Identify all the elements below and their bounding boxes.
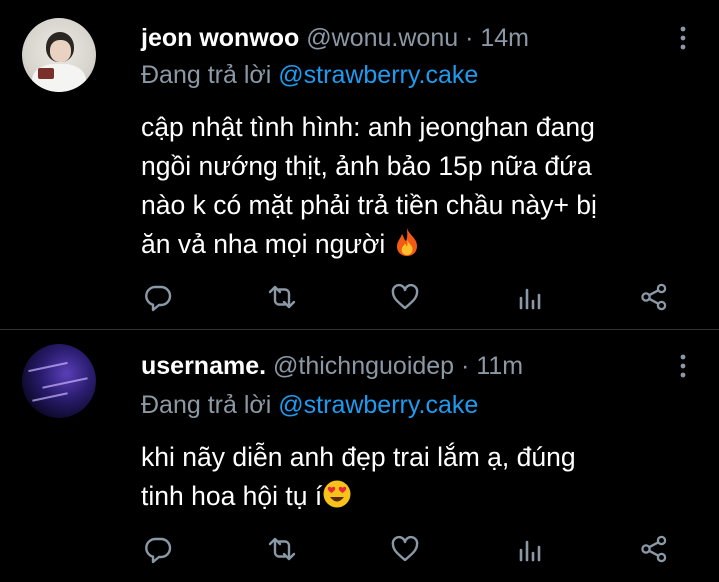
retweet-icon[interactable]	[265, 534, 299, 564]
avatar[interactable]	[22, 344, 96, 418]
display-name[interactable]: username.	[141, 352, 266, 380]
tweet-line: cập nhật tình hình: anh jeonghan đang	[141, 112, 595, 142]
display-name[interactable]: jeon wonwoo	[141, 24, 299, 52]
reply-icon[interactable]	[141, 282, 175, 312]
tweet-text: cập nhật tình hình: anh jeonghan đang ng…	[141, 108, 697, 268]
timestamp[interactable]: 14m	[480, 24, 529, 52]
mention-link[interactable]: @strawberry.cake	[278, 61, 478, 89]
reply-prefix: Đang trả lời	[141, 61, 272, 89]
heart-eyes-emoji	[322, 479, 352, 520]
action-bar	[141, 282, 697, 312]
user-handle[interactable]: @wonu.wonu	[306, 24, 458, 52]
mention-link[interactable]: @strawberry.cake	[278, 391, 478, 419]
separator-dot: ·	[461, 352, 470, 380]
tweet-line: nào k có mặt phải trả tiền chầu này+ bị	[141, 190, 597, 220]
tweet-header: username. @thichnguoidep · 11m	[141, 348, 697, 384]
like-icon[interactable]	[388, 282, 422, 312]
tweet-text: khi nãy diễn anh đẹp trai lắm ạ, đúng ti…	[141, 438, 697, 520]
tweet-line: tinh hoa hội tụ í	[141, 481, 323, 511]
analytics-icon[interactable]	[513, 534, 547, 564]
separator-dot: ·	[465, 24, 474, 52]
user-handle[interactable]: @thichnguoidep	[273, 352, 454, 380]
more-icon[interactable]	[669, 352, 697, 380]
reply-prefix: Đang trả lời	[141, 391, 272, 419]
tweet[interactable]: jeon wonwoo @wonu.wonu · 14m Đang trả lờ…	[0, 0, 719, 330]
share-icon[interactable]	[637, 534, 671, 564]
tweet-line: ăn vả nha mọi người	[141, 229, 386, 259]
reply-icon[interactable]	[141, 534, 175, 564]
action-bar	[141, 534, 697, 564]
replying-to: Đang trả lời @strawberry.cake	[141, 388, 478, 422]
more-icon[interactable]	[669, 24, 697, 52]
analytics-icon[interactable]	[513, 282, 547, 312]
replying-to: Đang trả lời @strawberry.cake	[141, 58, 478, 92]
like-icon[interactable]	[388, 534, 422, 564]
retweet-icon[interactable]	[265, 282, 299, 312]
timestamp[interactable]: 11m	[476, 352, 523, 380]
tweet[interactable]: username. @thichnguoidep · 11m Đang trả …	[0, 330, 719, 582]
avatar[interactable]	[22, 18, 96, 92]
tweet-header: jeon wonwoo @wonu.wonu · 14m	[141, 20, 697, 56]
tweet-line: khi nãy diễn anh đẹp trai lắm ạ, đúng	[141, 442, 576, 472]
fire-emoji	[393, 227, 421, 268]
tweet-line: ngồi nướng thịt, ảnh bảo 15p nữa đứa	[141, 151, 592, 181]
share-icon[interactable]	[637, 282, 671, 312]
